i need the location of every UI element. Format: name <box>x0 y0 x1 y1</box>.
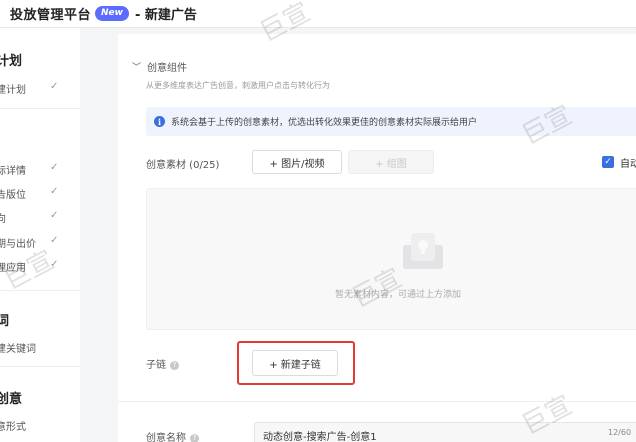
sidebar-item-manage-app[interactable]: 理应用 ✓ <box>0 259 78 274</box>
help-icon[interactable]: ? <box>190 433 199 442</box>
name-char-count: 12/60 <box>608 428 632 437</box>
sidebar-divider <box>0 108 80 109</box>
auto-checkbox[interactable]: ✓ <box>602 156 614 168</box>
check-icon: ✓ <box>50 235 59 246</box>
chevron-down-icon: ﹀ <box>132 63 142 73</box>
sidebar-item-targeting[interactable]: 向 ✓ <box>0 210 78 225</box>
new-sublink-button[interactable]: + 新建子链 <box>252 350 338 376</box>
auto-checkbox-label: 自动 <box>620 159 636 170</box>
sidebar-item-new-keywords[interactable]: 建关键词 <box>0 340 78 355</box>
info-text: 系统会基于上传的创意素材，优选出转化效果更佳的创意素材实际展示给用户 <box>171 118 478 128</box>
section-title: 创意组件 <box>147 63 188 74</box>
add-media-button[interactable]: + 图片/视频 <box>252 150 342 174</box>
sidebar-item-creative-form[interactable]: 意形式 <box>0 418 78 433</box>
new-badge: New <box>95 6 129 21</box>
app-title: 投放管理平台 <box>10 8 92 23</box>
sidebar-item-create-plan[interactable]: 建计划 ✓ <box>0 81 78 96</box>
creative-name-value: 动态创意-搜索广告-创意1 <box>263 431 377 442</box>
creative-panel: ﹀ 创意组件 从更多维度表达广告创意，刺激用户点击与转化行为 i 系统会基于上传… <box>118 34 636 442</box>
info-icon: i <box>154 116 165 127</box>
check-icon: ✓ <box>50 210 59 221</box>
sidebar-divider <box>0 290 80 291</box>
sublink-label: 子链? <box>146 356 179 371</box>
check-icon: ✓ <box>50 259 59 270</box>
sidebar-item-target-detail[interactable]: 标详情 ✓ <box>0 162 78 177</box>
section-description: 从更多维度表达广告创意，刺激用户点击与转化行为 <box>146 81 330 90</box>
sidebar-item-schedule-bid[interactable]: 期与出价 ✓ <box>0 235 78 250</box>
sidebar-divider <box>0 366 80 367</box>
top-header: 投放管理平台 New - 新建广告 <box>0 0 636 28</box>
sidebar-heading-plan[interactable]: 计划 <box>0 50 22 69</box>
section-divider <box>118 401 636 402</box>
check-icon: ✓ <box>50 81 59 92</box>
empty-text: 暂无素材内容，可通过上方添加 <box>334 290 461 300</box>
creative-name-label: 创意名称? <box>146 429 199 442</box>
creative-name-input[interactable]: 动态创意-搜索广告-创意1 <box>254 422 636 442</box>
step-sidebar: 计划 建计划 ✓ 标详情 ✓ 告版位 ✓ 向 ✓ 期与出价 ✓ 理应用 ✓ 词 … <box>0 28 80 442</box>
creative-section-toggle[interactable]: ﹀ 创意组件 <box>132 59 187 74</box>
material-drop-area[interactable]: 暂无素材内容，可通过上方添加 <box>146 188 636 330</box>
check-icon: ✓ <box>50 186 59 197</box>
info-banner: i 系统会基于上传的创意素材，优选出转化效果更佳的创意素材实际展示给用户 <box>146 107 636 136</box>
page-title: - 新建广告 <box>134 8 197 23</box>
sidebar-heading-creative[interactable]: 创意 <box>0 388 22 407</box>
sidebar-item-ad-placement[interactable]: 告版位 ✓ <box>0 186 78 201</box>
group-image-button[interactable]: + 组图 <box>348 150 434 174</box>
empty-placeholder-icon <box>403 233 443 269</box>
check-icon: ✓ <box>50 162 59 173</box>
sidebar-heading-keywords[interactable]: 词 <box>0 310 9 329</box>
material-label: 创意素材 (0/25) <box>146 160 220 171</box>
help-icon[interactable]: ? <box>170 360 179 370</box>
